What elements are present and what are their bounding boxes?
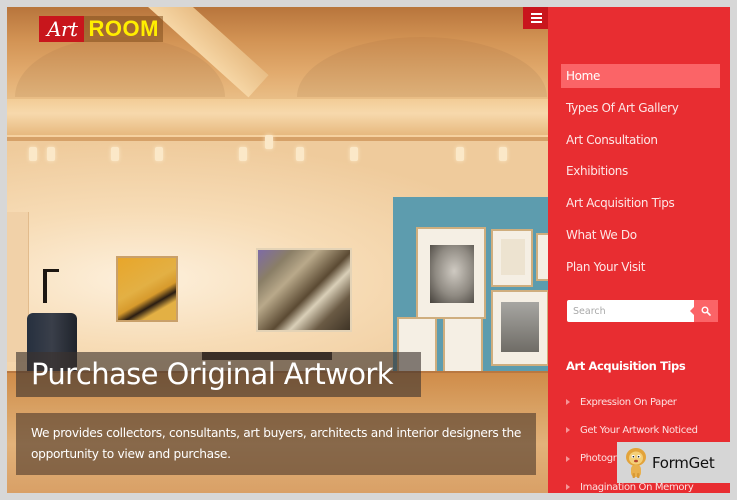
framed-photo [536,233,548,281]
logo-room-text: ROOM [83,16,163,42]
framed-photo [443,317,483,377]
nav-item-home[interactable]: Home [561,64,720,88]
widget-list-item[interactable]: Get Your Artwork Noticed [566,416,726,444]
framed-photo [491,229,533,287]
hamburger-icon [530,13,542,15]
sidebar-nav: Home Types Of Art Gallery Art Consultati… [561,64,720,287]
menu-toggle-button[interactable] [523,7,549,29]
widget-title: Art Acquisition Tips [566,359,686,373]
painting [116,256,178,322]
sculpture [43,269,59,303]
nav-item-exhibitions[interactable]: Exhibitions [561,159,720,183]
page: Art ROOM Purchase Original Artwork We pr… [7,7,730,493]
framed-photo [416,227,486,319]
painting [256,248,352,332]
logo-art-text: Art [39,16,84,42]
search-form [567,300,718,322]
search-icon [701,306,711,316]
watermark-text: FormGet [652,453,715,472]
search-button[interactable] [690,300,718,322]
caret-right-icon [566,427,570,434]
sidebar: Home Types Of Art Gallery Art Consultati… [548,7,730,493]
nav-item-what-we-do[interactable]: What We Do [561,223,720,247]
caret-right-icon [566,484,570,491]
nav-item-plan-your-visit[interactable]: Plan Your Visit [561,255,720,279]
nav-item-art-acquisition-tips[interactable]: Art Acquisition Tips [561,191,720,215]
widget-list-item[interactable]: Expression On Paper [566,388,726,416]
nav-item-types-of-art-gallery[interactable]: Types Of Art Gallery [561,96,720,120]
framed-photo [491,290,548,366]
formget-watermark: FormGet [617,442,730,483]
nav-item-art-consultation[interactable]: Art Consultation [561,128,720,152]
hero-title: Purchase Original Artwork [16,352,421,397]
search-input[interactable] [567,300,694,322]
hero-image: Art ROOM Purchase Original Artwork We pr… [7,7,548,493]
caret-right-icon [566,399,570,406]
hero-description: We provides collectors, consultants, art… [16,413,536,475]
lion-mascot-icon [626,447,646,478]
site-logo[interactable]: Art ROOM [39,16,163,42]
caret-right-icon [566,455,570,462]
